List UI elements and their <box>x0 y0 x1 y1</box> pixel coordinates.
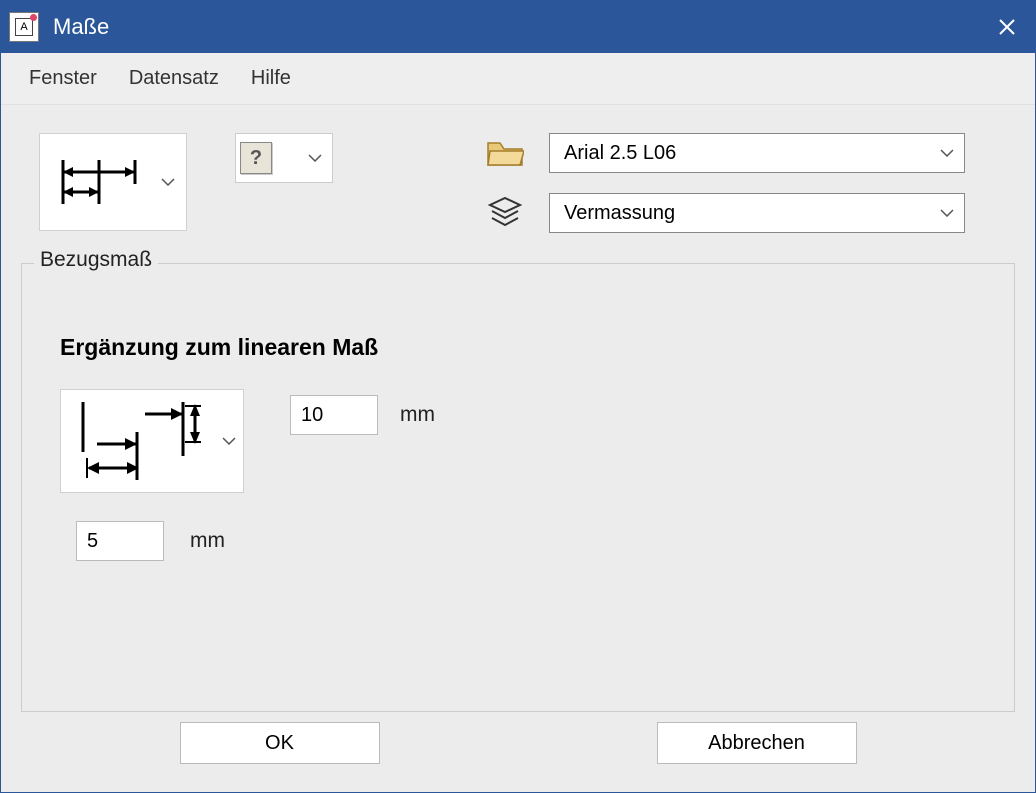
close-icon <box>998 18 1016 36</box>
dimension-chain-icon <box>44 138 154 226</box>
close-button[interactable] <box>979 1 1035 53</box>
menubar: Fenster Datensatz Hilfe <box>1 53 1035 105</box>
font-style-value: Arial 2.5 L06 <box>564 142 940 165</box>
unit1-label: mm <box>400 403 435 427</box>
dialog-buttons: OK Abbrechen <box>21 712 1015 774</box>
dimension-subtype-dropdown[interactable] <box>60 389 244 493</box>
bezugsmass-group: Bezugsmaß Ergänzung zum linearen Maß <box>21 263 1015 712</box>
ok-button[interactable]: OK <box>180 722 380 764</box>
layer-combo[interactable]: Vermassung <box>549 193 965 233</box>
cancel-button[interactable]: Abbrechen <box>657 722 857 764</box>
dimension-ordinate-icon <box>61 390 215 492</box>
app-icon: A <box>9 12 39 42</box>
chevron-down-icon <box>215 390 243 492</box>
menu-hilfe[interactable]: Hilfe <box>251 67 291 90</box>
offset1-input[interactable] <box>290 395 378 435</box>
toolbar-row: ? Arial 2.5 L06 <box>21 133 1015 233</box>
help-dropdown[interactable]: ? <box>235 133 333 183</box>
content-area: ? Arial 2.5 L06 <box>1 105 1035 792</box>
unit2-label: mm <box>190 529 225 553</box>
window-title: Maße <box>53 14 979 40</box>
chevron-down-icon <box>940 149 954 157</box>
layer-value: Vermassung <box>564 202 940 225</box>
style-layer-column: Arial 2.5 L06 Vermassung <box>485 133 965 233</box>
offset2-input[interactable] <box>76 521 164 561</box>
folder-icon[interactable] <box>485 136 525 170</box>
help-icon: ? <box>240 142 272 174</box>
font-style-combo[interactable]: Arial 2.5 L06 <box>549 133 965 173</box>
dimension-type-dropdown[interactable] <box>39 133 187 231</box>
dialog-window: A Maße Fenster Datensatz Hilfe <box>0 0 1036 793</box>
chevron-down-icon <box>940 209 954 217</box>
titlebar: A Maße <box>1 1 1035 53</box>
layers-icon[interactable] <box>485 196 525 230</box>
section-heading: Ergänzung zum linearen Maß <box>60 334 976 361</box>
chevron-down-icon <box>154 138 182 226</box>
menu-fenster[interactable]: Fenster <box>29 67 97 90</box>
group-label: Bezugsmaß <box>34 248 158 272</box>
chevron-down-icon <box>272 134 328 182</box>
menu-datensatz[interactable]: Datensatz <box>129 67 219 90</box>
